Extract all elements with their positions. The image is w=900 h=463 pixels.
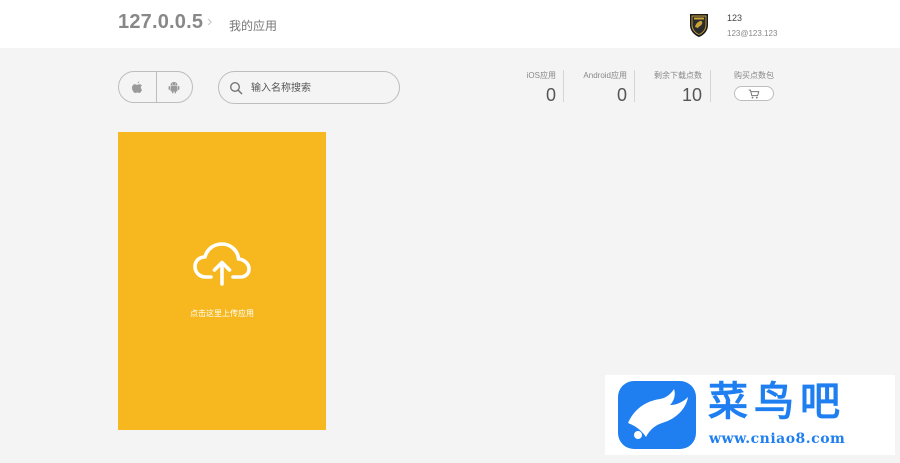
platform-android-button[interactable] xyxy=(155,72,193,102)
buy-label: 购买点数包 xyxy=(734,71,774,80)
android-icon xyxy=(168,82,180,94)
watermark: 菜鸟吧 www.cniao8.com xyxy=(605,375,895,455)
stat-divider xyxy=(563,70,564,102)
breadcrumb-current: 我的应用 xyxy=(229,19,278,33)
breadcrumb-separator: › xyxy=(207,13,213,30)
stat-android-apps: Android应用 0 xyxy=(570,70,627,105)
site-brand[interactable]: 127.0.0.5 xyxy=(118,11,203,34)
upload-app-card[interactable]: 点击这里上传应用 xyxy=(118,132,326,430)
cloud-upload-icon xyxy=(193,242,251,286)
avatar[interactable] xyxy=(688,12,710,38)
stat-value: 0 xyxy=(616,85,627,105)
search-icon xyxy=(229,81,243,95)
cart-icon xyxy=(748,89,760,98)
stat-label: 剩余下载点数 xyxy=(654,71,702,80)
user-email: 123@123.123 xyxy=(727,29,778,38)
top-header: 127.0.0.5 › 我的应用 123 123@123.123 xyxy=(0,0,900,48)
buy-points: 购买点数包 xyxy=(733,70,775,101)
search-input[interactable] xyxy=(251,78,391,98)
stat-value: 10 xyxy=(681,85,702,105)
watermark-url: www.cniao8.com xyxy=(709,431,846,447)
apple-icon xyxy=(132,81,143,93)
platform-toggle xyxy=(118,71,193,103)
stat-divider xyxy=(710,70,711,102)
search-box xyxy=(218,71,400,104)
stat-value: 0 xyxy=(545,85,556,105)
stat-remaining-downloads: 剩余下载点数 10 xyxy=(642,70,702,105)
stat-ios-apps: iOS应用 0 xyxy=(515,70,556,105)
platform-ios-button[interactable] xyxy=(119,72,156,102)
watermark-title: 菜鸟吧 xyxy=(708,378,846,425)
stat-label: iOS应用 xyxy=(526,71,556,80)
bird-logo-icon xyxy=(618,381,696,449)
buy-points-button[interactable] xyxy=(734,86,774,101)
user-name[interactable]: 123 xyxy=(727,13,742,23)
stat-label: Android应用 xyxy=(583,71,627,80)
upload-label: 点击这里上传应用 xyxy=(190,309,254,318)
stat-divider xyxy=(634,70,635,102)
